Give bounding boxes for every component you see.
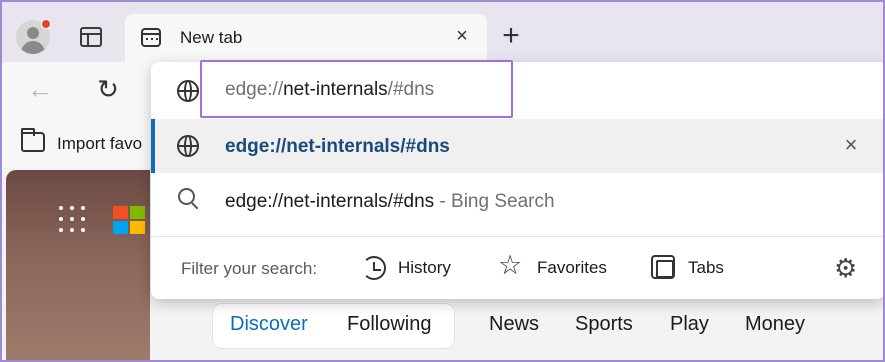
star-icon[interactable]: ☆ xyxy=(498,252,522,279)
microsoft-logo xyxy=(113,206,146,234)
import-favorites-link[interactable]: Import favo xyxy=(57,134,142,154)
history-icon[interactable] xyxy=(362,256,386,280)
new-tab-favicon-icon xyxy=(141,28,161,47)
tabs-icon[interactable] xyxy=(651,255,675,279)
apps-dot xyxy=(81,206,85,210)
avatar-head xyxy=(27,27,39,39)
suggestion-separator: - xyxy=(434,191,452,212)
tab-money[interactable]: Money xyxy=(745,313,805,336)
apps-launcher-icon[interactable] xyxy=(59,206,85,232)
refresh-button[interactable]: ↻ xyxy=(92,74,124,104)
filter-favorites-button[interactable]: Favorites xyxy=(537,258,607,278)
address-host: net-internals xyxy=(283,79,388,100)
tab-play[interactable]: Play xyxy=(670,313,709,336)
apps-dot xyxy=(59,228,63,232)
filter-history-button[interactable]: History xyxy=(398,258,451,278)
address-suffix: /#dns xyxy=(387,79,435,100)
close-tab-icon[interactable]: × xyxy=(451,25,473,47)
microsoft-logo-square xyxy=(113,206,128,219)
tab-news[interactable]: News xyxy=(489,313,539,336)
apps-dot xyxy=(59,217,63,221)
apps-dot xyxy=(70,228,74,232)
apps-dot xyxy=(70,217,74,221)
tab-title: New tab xyxy=(180,28,243,47)
search-icon xyxy=(178,188,200,210)
divider xyxy=(151,236,885,237)
tab-discover[interactable]: Discover xyxy=(230,313,308,336)
address-input[interactable]: edge://net-internals/#dns xyxy=(225,79,434,101)
filter-label: Filter your search: xyxy=(181,259,318,278)
microsoft-logo-square xyxy=(113,221,128,234)
apps-dot xyxy=(81,228,85,232)
tab-following[interactable]: Following xyxy=(347,313,431,336)
tab-sports[interactable]: Sports xyxy=(575,313,633,336)
notification-badge xyxy=(41,19,51,29)
suggestion-engine-name: Bing Search xyxy=(451,191,555,212)
import-folder-icon xyxy=(21,128,45,152)
back-button[interactable]: ← xyxy=(24,74,56,104)
suggestion-search-engine: - Bing Search xyxy=(434,191,554,212)
tab-actions-icon[interactable] xyxy=(80,27,102,47)
apps-dot xyxy=(70,206,74,210)
globe-icon xyxy=(177,135,199,157)
suggestion-search-query: edge://net-internals/#dns xyxy=(225,191,435,212)
apps-dot xyxy=(59,206,63,210)
remove-suggestion-icon[interactable]: × xyxy=(840,134,862,156)
microsoft-logo-square xyxy=(130,221,145,234)
apps-dot xyxy=(81,217,85,221)
suggestion-url[interactable]: edge://net-internals/#dns xyxy=(225,136,450,158)
microsoft-logo-square xyxy=(130,206,145,219)
avatar-body xyxy=(21,41,45,54)
new-tab-button[interactable]: + xyxy=(498,21,524,51)
gear-icon[interactable]: ⚙ xyxy=(834,255,857,281)
globe-icon xyxy=(177,80,199,102)
suggestion-search[interactable]: edge://net-internals/#dns - Bing Search xyxy=(225,191,555,213)
filter-tabs-button[interactable]: Tabs xyxy=(688,258,724,278)
tab-new-tab[interactable]: New tab × xyxy=(125,14,487,62)
background-image xyxy=(6,170,150,362)
address-prefix: edge:// xyxy=(225,79,284,100)
selection-indicator xyxy=(151,119,155,173)
